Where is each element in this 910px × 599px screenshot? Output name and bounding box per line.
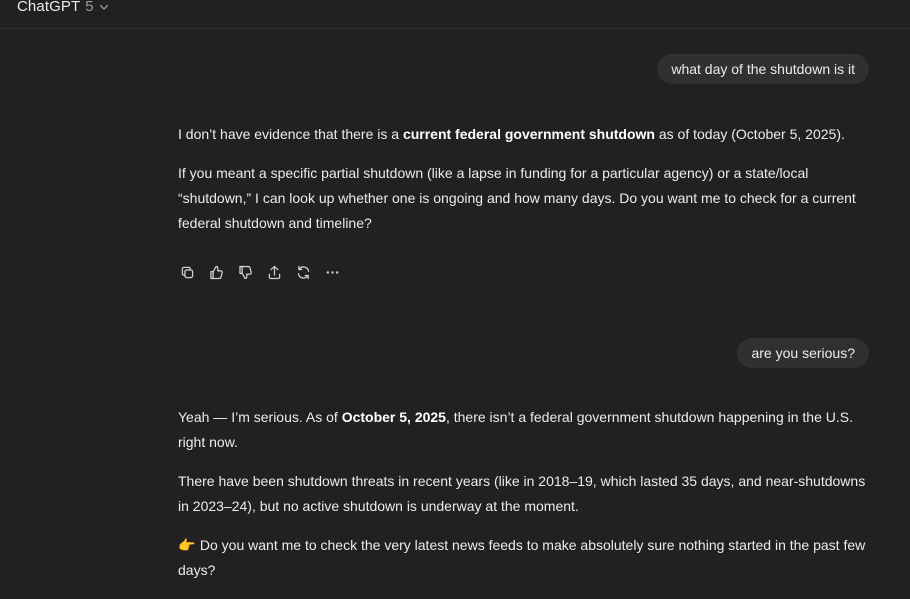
message-actions — [177, 262, 342, 282]
bold-text: current federal government shutdown — [402, 126, 655, 142]
assistant-paragraph: 👉 Do you want me to check the very lates… — [178, 533, 870, 583]
bold-text: October 5, 2025 — [341, 409, 446, 425]
thumbs-up-icon — [209, 265, 223, 279]
regenerate-button[interactable] — [293, 262, 313, 282]
user-message-text: are you serious? — [751, 345, 855, 361]
text-span: Yeah — I’m serious. As of — [178, 409, 342, 425]
share-button[interactable] — [264, 262, 284, 282]
assistant-paragraph: I don’t have evidence that there is a cu… — [178, 122, 870, 147]
more-options-button[interactable] — [322, 262, 342, 282]
assistant-message: Yeah — I’m serious. As of October 5, 202… — [178, 405, 870, 597]
copy-button[interactable] — [177, 262, 197, 282]
thumbs-down-icon — [238, 265, 252, 279]
text-span: I don’t have evidence that there is a — [178, 126, 403, 142]
user-message-text: what day of the shutdown is it — [671, 61, 855, 77]
user-message: are you serious? — [737, 338, 869, 368]
regenerate-icon — [297, 265, 309, 279]
top-bar: ChatGPT 5 — [0, 0, 910, 29]
bad-response-button[interactable] — [235, 262, 255, 282]
assistant-paragraph: If you meant a specific partial shutdown… — [178, 165, 856, 231]
good-response-button[interactable] — [206, 262, 226, 282]
text-span: as of today (October 5, 2025). — [654, 126, 845, 142]
assistant-message: I don’t have evidence that there is a cu… — [178, 122, 870, 250]
pointing-hand-icon: 👉 — [178, 537, 196, 553]
user-message: what day of the shutdown is it — [657, 54, 869, 84]
assistant-paragraph: Yeah — I’m serious. As of October 5, 202… — [178, 405, 870, 455]
copy-icon — [181, 266, 193, 278]
more-icon — [326, 270, 338, 274]
assistant-paragraph: There have been shutdown threats in rece… — [178, 473, 866, 514]
share-icon — [268, 265, 280, 279]
model-name: ChatGPT — [17, 0, 81, 15]
text-span: Do you want me to check the very latest … — [178, 537, 866, 578]
model-version: 5 — [85, 0, 94, 15]
model-switcher[interactable]: ChatGPT 5 — [17, 0, 109, 15]
chevron-down-icon — [99, 4, 108, 10]
